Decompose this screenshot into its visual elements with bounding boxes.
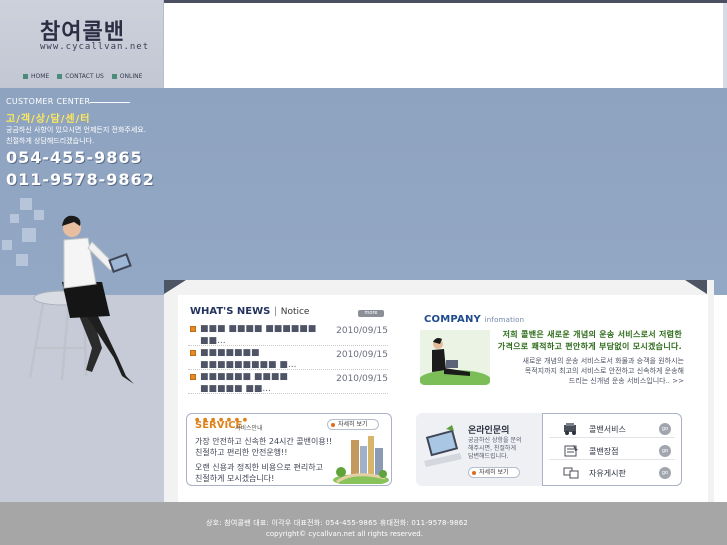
chat-icon	[563, 467, 579, 479]
company-title: COMPANY infomation	[424, 314, 524, 325]
company-desc-line3: 드리는 신개념 운송 서비스입니다.. >>	[568, 377, 684, 385]
inquiry-text: 궁금하신 상항을 문의 해주시면, 친절하게 답변해드립니다.	[468, 437, 544, 461]
quick-link-callvan-service[interactable]: 콜밴서비스 go	[549, 420, 675, 438]
news-item-text[interactable]: ■■■■■■ ■■■■ ■■■■■ ■■...	[200, 371, 332, 395]
new-badge-icon	[190, 374, 196, 380]
news-item-text[interactable]: ■■■■■■■ ■■■■■■■■■ ■...	[200, 347, 332, 371]
go-button[interactable]: go	[659, 423, 671, 435]
new-badge-icon	[190, 326, 196, 332]
top-nav: HOME CONTACT US ONLINE	[23, 73, 142, 80]
news-title: WHAT'S NEWS | Notice	[190, 306, 309, 317]
corner-tab-left	[164, 280, 186, 294]
news-item-text[interactable]: ■■■ ■■■■ ■■■■■■ ■■...	[200, 323, 332, 347]
company-title-text: COMPANY	[424, 314, 481, 325]
quick-link-label: 자유게시판	[589, 469, 626, 478]
company-slogan-line2: 가격으로 쾌적하고 편안하게 부담없이 모시겠습니다.	[497, 342, 682, 351]
service-text: 가장 안전하고 신속한 24시간 콜밴이용!! 친절하고 편리한 안전운행!! …	[195, 436, 345, 484]
logo-panel: 참여콜밴 www.cycallvan.net HOME CONTACT US O…	[0, 0, 164, 88]
phone-number-2: 011-9578-9862	[6, 170, 155, 189]
footer-copyright: copyright© cycallvan.net all rights rese…	[266, 530, 423, 538]
inquiry-line2: 해주시면, 친절하게	[468, 445, 516, 452]
note-icon	[564, 445, 578, 457]
woman-with-laptop-image	[28, 215, 134, 384]
go-button[interactable]: go	[659, 467, 671, 479]
go-button[interactable]: go	[659, 445, 671, 457]
quick-links-box: 콜밴서비스 go 콜밴장점 go 자유게시판 go	[542, 413, 682, 486]
company-desc-line2: 목적지까지 최고의 서비스로 안전하고 신속하게 운송해	[524, 367, 684, 375]
nav-online[interactable]: ONLINE	[111, 73, 143, 80]
customer-center-title: CUSTOMER CENTER	[6, 97, 91, 106]
inquiry-line1: 궁금하신 상항을 문의	[468, 437, 522, 444]
company-slogan-line1: 저희 콜밴은 새로운 개념의 운송 서비스로서 저렴한	[502, 330, 682, 339]
phone-number-1: 054-455-9865	[6, 148, 143, 167]
site-url: www.cycallvan.net	[40, 42, 150, 52]
news-list: ■■■ ■■■■ ■■■■■■ ■■... 2010/09/15 ■■■■■■■…	[188, 322, 388, 394]
service-line2: 친절하고 편리한 안전운행!!	[195, 448, 288, 457]
news-item[interactable]: ■■■ ■■■■ ■■■■■■ ■■... 2010/09/15	[188, 322, 388, 346]
nav-home-label: HOME	[31, 73, 50, 80]
customer-center-desc: 궁금하신 사항이 있으시면 언제든지 전화주세요. 친절하게 상담해드리겠습니다…	[6, 125, 164, 147]
inquiry-detail-button[interactable]: 자세히 보기	[468, 467, 520, 478]
bullet-icon	[57, 74, 63, 79]
inquiry-title: 온라인문의	[468, 426, 510, 436]
footer-company-info: 상호: 참여콜밴 대표: 이각우 대표전화: 054-455-9865 휴대전화…	[206, 519, 468, 527]
service-line3: 오랜 신용과 정직한 비용으로 편리하고	[195, 463, 323, 472]
service-line4: 친절하게 모시겠습니다!	[195, 474, 275, 483]
header-edge	[723, 3, 727, 91]
news-item[interactable]: ■■■■■■■ ■■■■■■■■■ ■... 2010/09/15	[188, 346, 388, 370]
service-subtitle: 서비스안내	[235, 425, 263, 432]
company-slogan: 저희 콜밴은 새로운 개념의 운송 서비스로서 저렴한 가격으로 쾌적하고 편안…	[466, 329, 682, 353]
quick-link-label: 콜밴장점	[589, 447, 619, 456]
inquiry-box: 온라인문의 궁금하신 상항을 문의 해주시면, 친절하게 답변해드립니다. 자세…	[416, 413, 546, 486]
divider	[90, 102, 130, 103]
news-item-date: 2010/09/15	[336, 374, 388, 384]
news-more-button[interactable]: more	[358, 310, 384, 317]
news-title-text: WHAT'S NEWS	[190, 306, 271, 317]
news-subtitle: Notice	[280, 307, 310, 317]
nav-contact-label: CONTACT US	[65, 73, 104, 80]
header-banner-area	[164, 0, 727, 91]
new-badge-icon	[190, 350, 196, 356]
city-buildings-image	[333, 436, 389, 484]
quick-link-callvan-advantages[interactable]: 콜밴장점 go	[549, 442, 675, 460]
service-detail-button[interactable]: 자세히 보기	[327, 419, 379, 430]
laptop-icon	[424, 425, 462, 467]
news-separator: |	[273, 306, 278, 317]
news-item[interactable]: ■■■■■■ ■■■■ ■■■■■ ■■... 2010/09/15	[188, 370, 388, 394]
company-desc-line1: 새로운 개념의 운송 서비스로서 화물과 승객을 원하시는	[522, 357, 684, 365]
nav-online-label: ONLINE	[119, 73, 143, 80]
quick-link-free-board[interactable]: 자유게시판 go	[549, 464, 675, 482]
service-line1: 가장 안전하고 신속한 24시간 콜밴이용!!	[195, 437, 333, 446]
cc-desc-line2: 친절하게 상담해드리겠습니다.	[6, 137, 95, 145]
nav-contact-us[interactable]: CONTACT US	[57, 73, 104, 80]
news-item-date: 2010/09/15	[336, 326, 388, 336]
service-box: ● ● ● ● ● ● ● SERVICE 서비스안내 자세히 보기 가장 안전…	[186, 413, 392, 486]
news-item-date: 2010/09/15	[336, 350, 388, 360]
nav-home[interactable]: HOME	[23, 73, 49, 80]
inquiry-line3: 답변해드립니다.	[468, 453, 509, 460]
decor-square	[2, 240, 12, 250]
bullet-icon	[111, 74, 117, 79]
company-desc[interactable]: 새로운 개념의 운송 서비스로서 화물과 승객을 원하시는 목적지까지 최고의 …	[490, 356, 684, 386]
bullet-icon	[23, 74, 28, 79]
cc-desc-line1: 궁금하신 사항이 있으시면 언제든지 전화주세요.	[6, 126, 146, 134]
van-icon	[564, 423, 576, 435]
quick-link-label: 콜밴서비스	[589, 425, 626, 434]
customer-center-korean: 고/객/상/담/센/터	[6, 114, 91, 125]
corner-tab-right	[685, 280, 707, 294]
company-info-label: infomation	[484, 316, 525, 324]
